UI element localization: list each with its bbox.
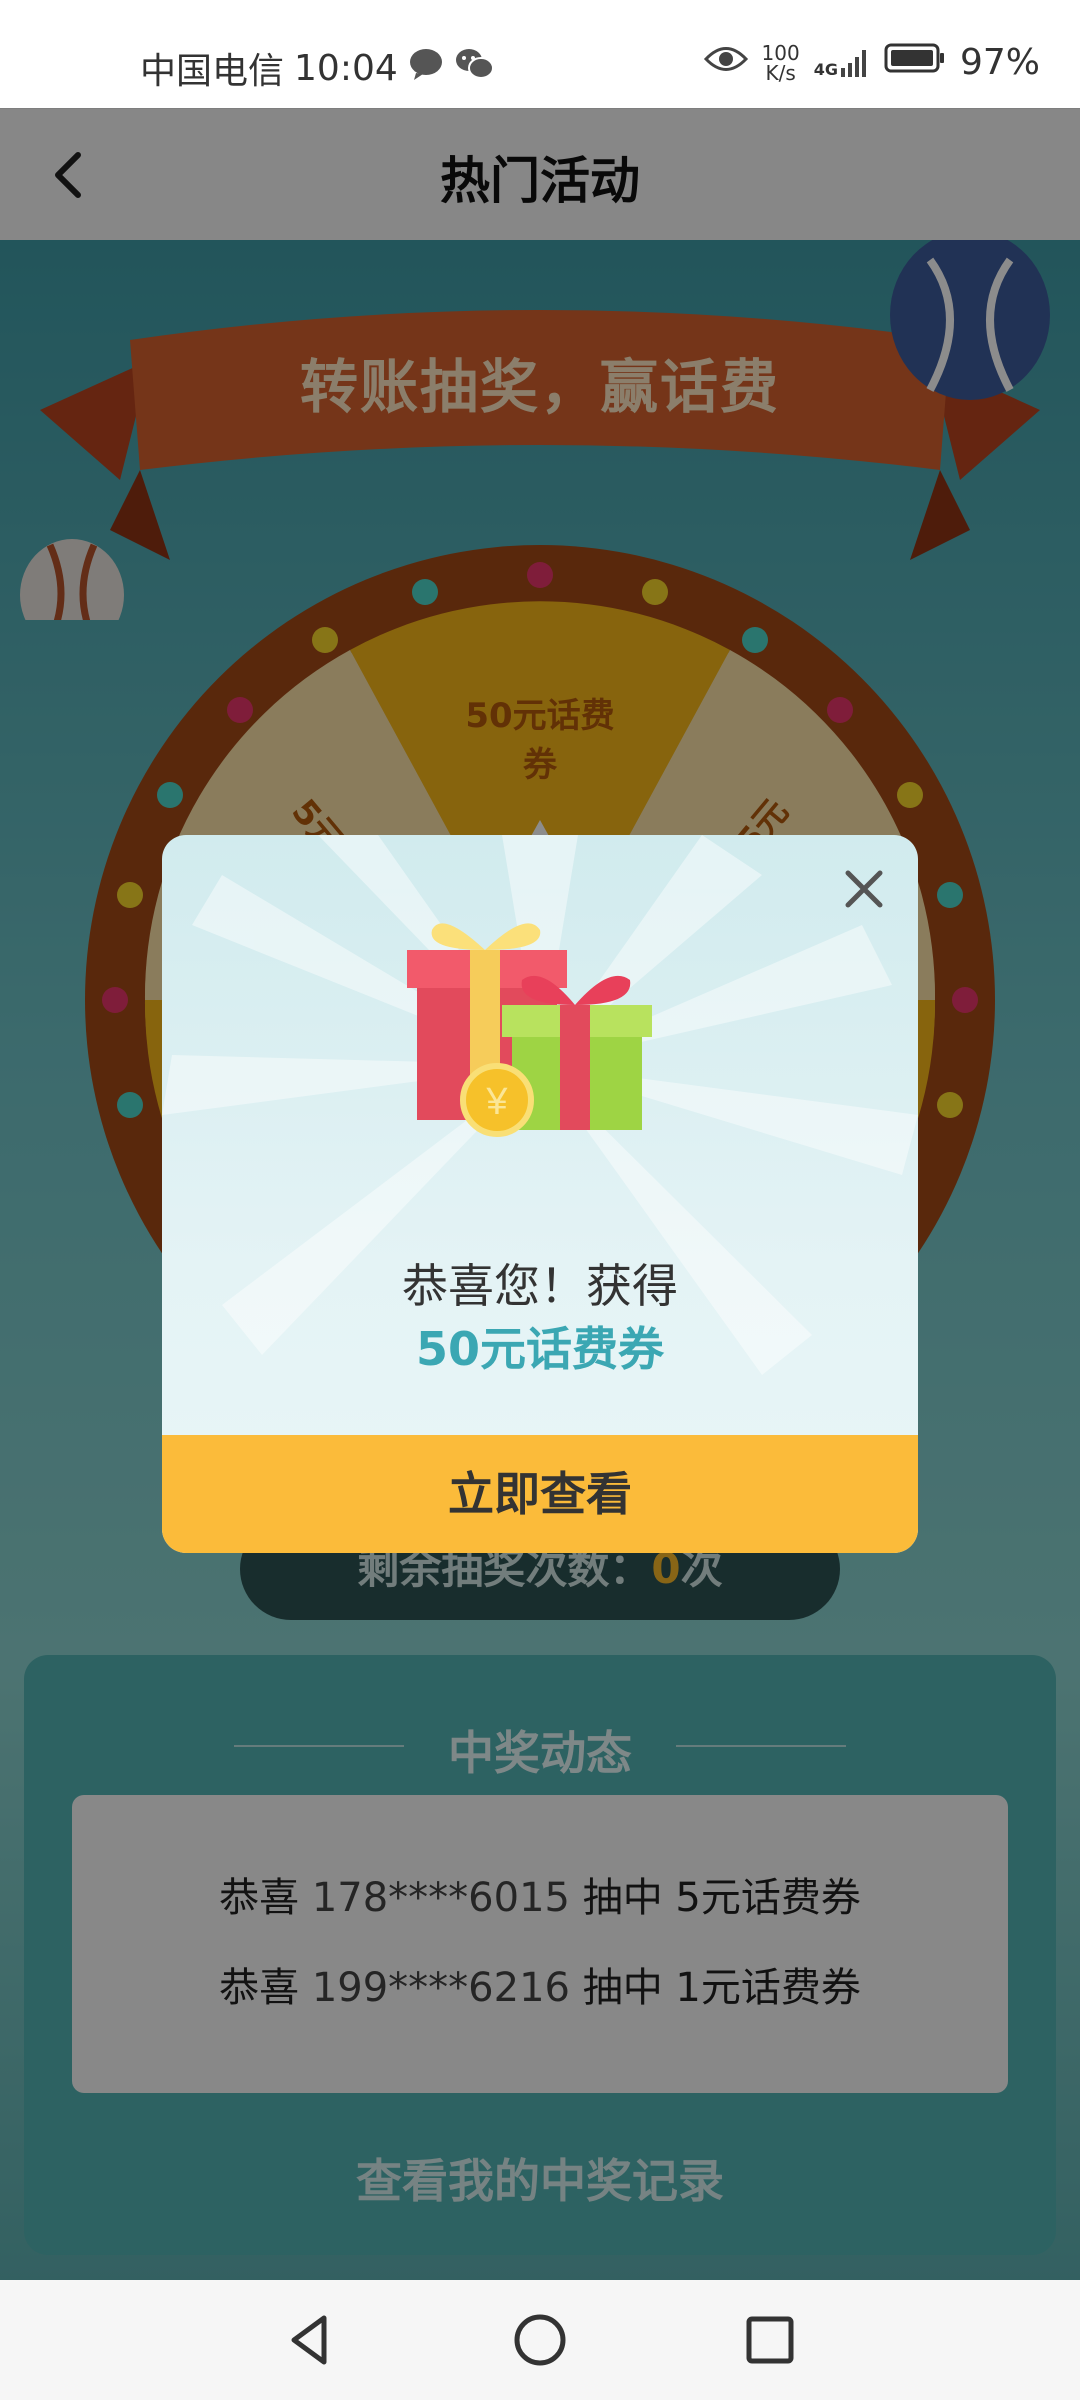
close-icon — [845, 870, 883, 908]
nav-home-button[interactable] — [510, 2310, 570, 2370]
net-speed: 100 K/s — [762, 43, 800, 83]
net-speed-unit: K/s — [765, 60, 796, 85]
congrats-text: 恭喜您！获得 — [402, 1259, 678, 1313]
gift-icon: ¥ — [407, 923, 652, 1137]
svg-text:¥: ¥ — [485, 1081, 508, 1123]
square-recents-icon — [746, 2316, 794, 2364]
circle-home-icon — [514, 2314, 566, 2366]
prize-text: 50元话费券 — [415, 1322, 664, 1376]
battery-icon — [884, 42, 946, 83]
triangle-back-icon — [291, 2315, 327, 2365]
status-right: 100 K/s 4G 97% — [703, 42, 1040, 83]
nav-recents-button[interactable] — [740, 2310, 800, 2370]
system-nav-bar — [0, 2280, 1080, 2400]
battery-percent: 97% — [959, 42, 1040, 83]
signal-4g-label: 4G — [813, 59, 838, 79]
eye-icon — [703, 42, 748, 83]
view-now-button[interactable]: 立即查看 — [162, 1435, 918, 1553]
net-speed-value: 100 — [761, 40, 800, 65]
status-left: 中国电信 10:04 — [140, 42, 494, 94]
wechat-icon — [454, 47, 494, 90]
message-icon — [408, 47, 444, 90]
time-label: 10:04 — [294, 47, 398, 89]
signal-icon: 4G — [814, 48, 870, 78]
prize-dialog: ¥ 恭喜您！获得 50元话费券 立即查看 — [162, 835, 918, 1553]
nav-back-button[interactable] — [280, 2310, 340, 2370]
close-button[interactable] — [836, 861, 892, 917]
status-bar: 中国电信 10:04 100 K/s 4G 97% — [0, 0, 1080, 108]
carrier-label: 中国电信 — [140, 51, 285, 92]
